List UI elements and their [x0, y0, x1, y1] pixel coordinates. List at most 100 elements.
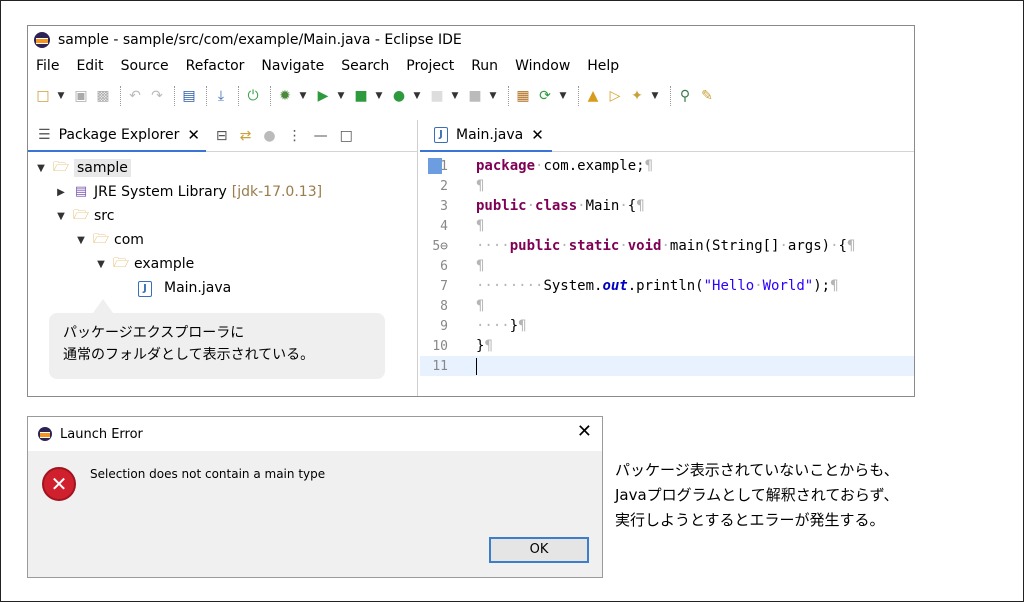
menu-source[interactable]: Source	[121, 58, 169, 74]
coverage-icon[interactable]: ■	[352, 87, 370, 105]
collapse-all-icon[interactable]: ⊟	[216, 128, 228, 144]
line-number: 7	[440, 278, 448, 294]
example-label: example	[134, 256, 195, 272]
undo-icon[interactable]: ↶	[126, 87, 144, 105]
skip-breakpoints-icon[interactable]: ⤓	[212, 87, 230, 105]
code-text: ········System.out.println("Hello·World"…	[476, 278, 839, 294]
menu-file[interactable]: File	[36, 58, 59, 74]
code-line: 9 ····}¶	[420, 316, 914, 336]
chevron-down-icon[interactable]: ▼	[34, 163, 48, 174]
search-icon[interactable]: ✦	[628, 87, 646, 105]
toolbar: □ ▼ ▣ ▩ ↶ ↷ ▤ ⤓ ⏻ ✹ ▼ ▶ ▼ ■ ▼ ● ▼ ■ ▼ ■ …	[28, 80, 914, 112]
run-icon[interactable]: ▶	[314, 87, 332, 105]
menu-run[interactable]: Run	[471, 58, 498, 74]
debug-icon[interactable]: ✹	[276, 87, 294, 105]
toolbar-separator	[206, 86, 208, 106]
chevron-down-icon[interactable]: ▼	[56, 87, 66, 105]
spring-boot-icon[interactable]: ⏻	[244, 87, 262, 105]
menu-navigate[interactable]: Navigate	[261, 58, 324, 74]
project-label: sample	[74, 159, 131, 177]
code-editor[interactable]: 1 package·com.example;¶ 2 ¶ 3 public·cla…	[420, 156, 914, 376]
new-icon[interactable]: □	[34, 87, 52, 105]
view-menu-icon[interactable]: ⋮	[288, 128, 302, 144]
deploy-icon[interactable]: ■	[466, 87, 484, 105]
code-line: 8 ¶	[420, 296, 914, 316]
redo-icon[interactable]: ↷	[148, 87, 166, 105]
chevron-down-icon[interactable]: ▼	[374, 87, 384, 105]
save-icon[interactable]: ▣	[72, 87, 90, 105]
terminal-icon[interactable]: ▤	[180, 87, 198, 105]
menu-bar: File Edit Source Refactor Navigate Searc…	[28, 54, 914, 78]
src-label: src	[94, 208, 115, 224]
open-type-icon[interactable]: ▲	[584, 87, 602, 105]
chevron-down-icon[interactable]: ▼	[412, 87, 422, 105]
menu-window[interactable]: Window	[515, 58, 570, 74]
menu-edit[interactable]: Edit	[76, 58, 103, 74]
dialog-message: Selection does not contain a main type	[90, 467, 326, 481]
stop-icon[interactable]: ■	[428, 87, 446, 105]
editor-pane: J Main.java ✕ 1 package·com.example;¶ 2 …	[420, 120, 914, 396]
filter-icon[interactable]: ●	[263, 128, 275, 144]
tree-item-main-java[interactable]: J Main.java	[28, 276, 418, 300]
dialog-body: ✕ Selection does not contain a main type…	[28, 451, 602, 577]
editor-tab-bar: J Main.java ✕	[420, 120, 914, 152]
menu-search[interactable]: Search	[341, 58, 389, 74]
chevron-down-icon[interactable]: ▼	[54, 211, 68, 222]
menu-project[interactable]: Project	[406, 58, 454, 74]
chevron-down-icon[interactable]: ▼	[488, 87, 498, 105]
pen-icon[interactable]: ✎	[698, 87, 716, 105]
line-number: 10	[432, 338, 448, 354]
view-toolbar: ⊟ ⇄ ● ⋮ — □	[216, 128, 365, 144]
chevron-down-icon[interactable]: ▼	[650, 87, 660, 105]
open-folder-icon[interactable]: ▷	[606, 87, 624, 105]
tree-item-example[interactable]: ▼ 🗁 example	[28, 252, 418, 276]
code-line: 7 ········System.out.println("Hello·Worl…	[420, 276, 914, 296]
toolbar-separator	[270, 86, 272, 106]
tab-package-explorer[interactable]: ☰ Package Explorer ✕	[28, 120, 206, 152]
close-icon[interactable]: ✕	[187, 126, 200, 144]
save-all-icon[interactable]: ▩	[94, 87, 112, 105]
close-icon[interactable]: ✕	[577, 421, 592, 442]
chevron-down-icon[interactable]: ▼	[336, 87, 346, 105]
link-editor-icon[interactable]: ⇄	[240, 128, 252, 144]
ok-button[interactable]: OK	[489, 537, 589, 563]
annotation-callout: パッケージエクスプローラに 通常のフォルダとして表示されている。	[49, 299, 385, 379]
tree-item-project[interactable]: ▼ 🗁 sample	[28, 156, 418, 180]
code-line-current: 11	[420, 356, 914, 376]
minimize-icon[interactable]: —	[314, 128, 328, 144]
code-line: 4 ¶	[420, 216, 914, 236]
code-line: 3 public·class·Main·{¶	[420, 196, 914, 216]
tree-item-jre[interactable]: ▶ ▤ JRE System Library [jdk-17.0.13]	[28, 180, 418, 204]
annotation-icon[interactable]: ⚲	[676, 87, 694, 105]
tree-item-com[interactable]: ▼ 🗁 com	[28, 228, 418, 252]
chevron-down-icon[interactable]: ▼	[74, 235, 88, 246]
external-tools-icon[interactable]: ●	[390, 87, 408, 105]
chevron-right-icon[interactable]: ▶	[54, 187, 68, 198]
toolbar-separator	[120, 86, 122, 106]
menu-help[interactable]: Help	[587, 58, 619, 74]
close-icon[interactable]: ✕	[531, 126, 544, 144]
tree-item-src[interactable]: ▼ 🗁 src	[28, 204, 418, 228]
package-explorer-icon: ☰	[38, 126, 51, 143]
chevron-down-icon[interactable]: ▼	[298, 87, 308, 105]
folder-icon: 🗁	[72, 208, 90, 223]
jre-version: [jdk-17.0.13]	[231, 184, 323, 200]
com-label: com	[114, 232, 144, 248]
code-text: package·com.example;¶	[476, 158, 654, 174]
code-line: 6 ¶	[420, 256, 914, 276]
explanation-note: パッケージ表示されていないことからも、 Javaプログラムとして解釈されておらず…	[615, 458, 1015, 533]
new-package-icon[interactable]: ▦	[514, 87, 532, 105]
maximize-icon[interactable]: □	[340, 128, 353, 144]
jre-label: JRE System Library	[94, 184, 227, 200]
eclipse-logo-icon	[34, 32, 50, 48]
new-class-icon[interactable]: ⟳	[536, 87, 554, 105]
toolbar-separator	[174, 86, 176, 106]
occurrence-marker-icon	[428, 158, 442, 174]
chevron-down-icon[interactable]: ▼	[450, 87, 460, 105]
chevron-down-icon[interactable]: ▼	[558, 87, 568, 105]
code-text: ¶	[476, 258, 485, 274]
tab-main-java[interactable]: J Main.java ✕	[420, 120, 552, 152]
eclipse-logo-icon	[38, 427, 52, 441]
chevron-down-icon[interactable]: ▼	[94, 259, 108, 270]
menu-refactor[interactable]: Refactor	[186, 58, 245, 74]
